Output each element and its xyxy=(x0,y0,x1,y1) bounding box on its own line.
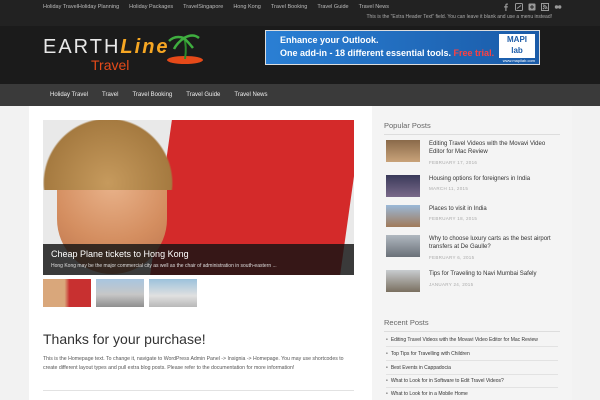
nav-travel[interactable]: Travel xyxy=(95,84,125,106)
divider xyxy=(386,387,558,388)
banner-brand-bottom: lab xyxy=(511,46,523,55)
popular-posts-title: Popular Posts xyxy=(384,121,431,130)
post-title[interactable]: Tips for Traveling to Navi Mumbai Safely xyxy=(429,270,559,278)
post-thumb[interactable] xyxy=(386,140,420,162)
divider xyxy=(386,360,558,361)
popular-post[interactable]: Tips for Traveling to Navi Mumbai Safely… xyxy=(386,270,562,294)
twitter-icon[interactable] xyxy=(515,3,523,11)
nav-travel-news[interactable]: Travel News xyxy=(227,84,274,106)
slide-excerpt: Hong Kong may be the major commercial ci… xyxy=(51,263,277,269)
slider-thumb-1[interactable] xyxy=(43,279,91,307)
recent-post-link[interactable]: Best Events in Cappadocia xyxy=(386,365,562,371)
slider-thumb-3[interactable] xyxy=(149,279,197,307)
logo-travel: Travel xyxy=(91,57,130,73)
main-nav: Holiday Travel Travel Travel Booking Tra… xyxy=(0,84,600,106)
post-date: FEBRUARY 17, 2016 xyxy=(429,160,478,165)
site-logo[interactable]: EARTHLine Travel xyxy=(43,34,223,74)
homepage-text: This is the Homepage text. To change it,… xyxy=(43,356,344,371)
banner-brand-top: MAPI xyxy=(507,35,527,44)
post-date: MARCH 11, 2015 xyxy=(429,186,469,191)
banner-line-2: One add-in - 18 different essential tool… xyxy=(280,48,494,58)
post-title[interactable]: Why to choose luxury carts as the best a… xyxy=(429,235,559,251)
post-thumb[interactable] xyxy=(386,175,420,197)
top-link-travel-singapore[interactable]: TravelSingapore xyxy=(183,4,223,10)
banner-brand: MAPI lab xyxy=(499,34,535,58)
slider-thumbnails xyxy=(43,279,197,307)
post-title[interactable]: Places to visit in India xyxy=(429,205,559,213)
top-menu: Holiday TravelHoliday Planning Holiday P… xyxy=(43,4,389,10)
recent-post-link[interactable]: Editing Travel Videos with the Movavi Vi… xyxy=(386,337,562,343)
recent-posts-title: Recent Posts xyxy=(384,318,429,327)
logo-line: Line xyxy=(120,36,170,58)
post-title[interactable]: Housing options for foreigners in India xyxy=(429,175,559,183)
divider xyxy=(386,374,558,375)
popular-post[interactable]: Editing Travel Videos with the Movavi Vi… xyxy=(386,140,562,165)
recent-post-link[interactable]: What to Look for in Software to Edit Tra… xyxy=(386,378,562,384)
post-date: FEBRUARY 18, 2015 xyxy=(429,216,478,221)
recent-post-link[interactable]: Top Tips for Travelling with Children xyxy=(386,351,562,357)
top-link-hong-kong[interactable]: Hong Kong xyxy=(233,4,261,10)
nav-holiday-travel[interactable]: Holiday Travel xyxy=(43,84,95,106)
post-thumb[interactable] xyxy=(386,205,420,227)
nav-travel-booking[interactable]: Travel Booking xyxy=(125,84,179,106)
social-icons xyxy=(502,3,562,11)
logo-text: EARTHLine xyxy=(43,36,170,59)
slider-thumb-2[interactable] xyxy=(96,279,144,307)
top-link-holiday-packages[interactable]: Holiday Packages xyxy=(129,4,173,10)
top-bar: Holiday TravelHoliday Planning Holiday P… xyxy=(0,0,600,26)
facebook-icon[interactable] xyxy=(502,3,510,11)
banner-line-2-text: One add-in - 18 different essential tool… xyxy=(280,48,452,58)
post-date: JANUARY 24, 2015 xyxy=(429,282,474,287)
flickr-icon[interactable] xyxy=(554,3,562,11)
banner-line-1: Enhance your Outlook. xyxy=(280,35,379,45)
top-link-holiday-travel[interactable]: Holiday TravelHoliday Planning xyxy=(43,4,119,10)
divider xyxy=(43,390,354,391)
woman-hair xyxy=(43,120,173,190)
post-thumb[interactable] xyxy=(386,270,420,292)
page-title: Thanks for your purchase! xyxy=(43,331,206,347)
popular-post[interactable]: Housing options for foreigners in India … xyxy=(386,175,562,199)
top-link-travel-booking[interactable]: Travel Booking xyxy=(271,4,307,10)
recent-post-link[interactable]: What to Look for in a Mobile Home xyxy=(386,391,562,397)
rss-icon[interactable] xyxy=(541,3,549,11)
top-link-travel-guide[interactable]: Travel Guide xyxy=(317,4,348,10)
logo-earth: EARTH xyxy=(43,36,121,58)
top-link-travel-news[interactable]: Travel News xyxy=(359,4,389,10)
banner-cta: Free trial. xyxy=(453,48,495,58)
post-thumb[interactable] xyxy=(386,235,420,257)
divider xyxy=(384,331,560,332)
post-date: FEBRUARY 6, 2015 xyxy=(429,255,475,260)
nav-travel-guide[interactable]: Travel Guide xyxy=(179,84,227,106)
slide-caption[interactable]: Cheap Plane tickets to Hong Kong Hong Ko… xyxy=(43,244,354,275)
header-note: This is the "Extra Header Text" field. Y… xyxy=(366,14,552,20)
banner-url: www.mapilab.com xyxy=(502,58,535,63)
popular-post[interactable]: Why to choose luxury carts as the best a… xyxy=(386,235,562,260)
popular-post[interactable]: Places to visit in India FEBRUARY 18, 20… xyxy=(386,205,562,229)
site-header: EARTHLine Travel Enhance your Outlook. O… xyxy=(0,26,600,84)
divider xyxy=(384,134,560,135)
ad-banner[interactable]: Enhance your Outlook. One add-in - 18 di… xyxy=(265,30,540,65)
divider xyxy=(386,346,558,347)
post-title[interactable]: Editing Travel Videos with the Movavi Vi… xyxy=(429,140,559,156)
google-plus-icon[interactable] xyxy=(528,3,536,11)
slide-title[interactable]: Cheap Plane tickets to Hong Kong xyxy=(51,249,189,259)
palm-tree-icon xyxy=(167,34,203,64)
